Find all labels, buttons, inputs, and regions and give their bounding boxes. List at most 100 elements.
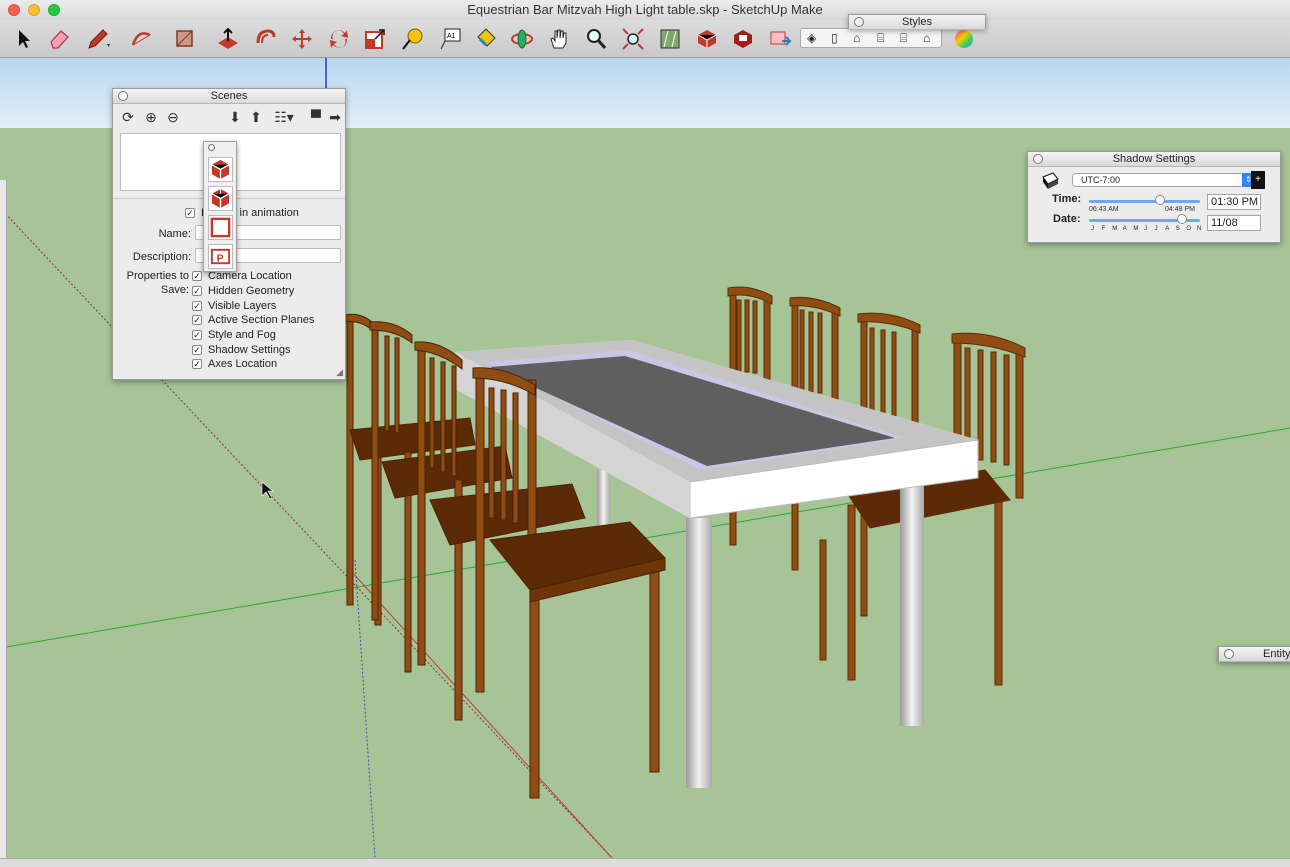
- zoom-extents-tool-icon[interactable]: [619, 25, 647, 53]
- save-label: Save:: [160, 284, 189, 296]
- property-shadow-settings[interactable]: ✓ Shadow Settings: [192, 344, 291, 356]
- shadow-settings-title-text: Shadow Settings: [1112, 153, 1196, 165]
- paint-bucket-tool-icon[interactable]: [472, 25, 500, 53]
- table-leg-front-left: [686, 518, 712, 788]
- add-location-icon[interactable]: [656, 25, 684, 53]
- property-active-section-planes[interactable]: ✓ Active Section Planes: [192, 314, 314, 326]
- back-edges-style-icon[interactable]: ▯: [831, 31, 838, 45]
- scenes-toolbar: ⟳ ⊕ ⊖ ⬇ ⬆ ☷▾ ▀ ➡: [113, 104, 345, 130]
- eraser-tool-icon[interactable]: [45, 25, 73, 53]
- property-checkbox[interactable]: ✓: [192, 315, 202, 326]
- property-checkbox[interactable]: ✓: [192, 286, 202, 297]
- zoom-tool-icon[interactable]: [582, 25, 610, 53]
- entity-panel-title-text: Entity: [1263, 648, 1290, 660]
- move-scene-down-icon[interactable]: ⬇: [227, 109, 243, 125]
- scale-tool-icon[interactable]: [361, 25, 389, 53]
- orbit-tool-icon[interactable]: [508, 25, 536, 53]
- property-checkbox[interactable]: ✓: [192, 359, 202, 370]
- show-thumbnails-icon[interactable]: ▀: [308, 109, 324, 125]
- rotate-tool-icon[interactable]: [325, 25, 353, 53]
- svg-text:A1: A1: [447, 33, 456, 40]
- time-field[interactable]: 01:30 PM: [1207, 194, 1261, 210]
- push-pull-tool-icon[interactable]: [214, 25, 242, 53]
- entity-info-panel[interactable]: Entity: [1218, 646, 1290, 662]
- select-tool-icon[interactable]: [10, 25, 38, 53]
- date-field[interactable]: 11/08: [1207, 215, 1261, 231]
- title-bar: Equestrian Bar Mitzvah High Light table.…: [0, 0, 1290, 20]
- property-checkbox[interactable]: ✓: [192, 345, 202, 356]
- time-label: Time:: [1052, 193, 1082, 205]
- month-tick-label: J: [1144, 226, 1147, 232]
- styles-toolbar: ◈ ▯ ⌂ ⌸ ⌸ ⌂: [800, 28, 942, 48]
- month-tick-label: M: [1133, 226, 1139, 232]
- shadow-settings-close-icon[interactable]: [1033, 154, 1043, 164]
- timezone-value: UTC-7:00: [1081, 175, 1121, 185]
- extension-warehouse-icon[interactable]: [729, 25, 757, 53]
- property-checkbox[interactable]: ✓: [192, 330, 202, 341]
- property-axes-location[interactable]: ✓ Axes Location: [192, 358, 277, 370]
- remove-scene-icon[interactable]: ⊖: [165, 109, 181, 125]
- share-model-icon[interactable]: [208, 186, 233, 211]
- month-tick-label: F: [1101, 226, 1106, 232]
- get-models-icon[interactable]: [208, 157, 233, 182]
- month-tick-label: N: [1197, 226, 1202, 232]
- timezone-select[interactable]: UTC-7:00 ⇕: [1072, 173, 1256, 187]
- month-tick-label: J: [1154, 226, 1158, 232]
- tape-measure-tool-icon[interactable]: [398, 25, 426, 53]
- text-tool-icon[interactable]: A1: [436, 25, 464, 53]
- arc-tool-icon[interactable]: [128, 25, 156, 53]
- shadow-settings-title: Shadow Settings: [1028, 152, 1280, 167]
- entity-panel-close-icon[interactable]: [1224, 649, 1234, 659]
- offset-tool-icon[interactable]: [252, 25, 280, 53]
- scenes-panel-title-text: Scenes: [210, 90, 248, 102]
- add-scene-icon[interactable]: ⊕: [143, 109, 159, 125]
- pencil-line-tool-icon[interactable]: [84, 25, 112, 53]
- status-bar: [0, 858, 1290, 867]
- scenes-panel-close-icon[interactable]: [118, 91, 128, 101]
- minimize-window-icon[interactable]: [28, 4, 40, 16]
- close-window-icon[interactable]: [8, 4, 20, 16]
- property-visible-layers[interactable]: ✓ Visible Layers: [192, 300, 276, 312]
- resize-grip-icon[interactable]: ◢: [336, 367, 343, 378]
- display-shadows-icon[interactable]: [1040, 171, 1060, 191]
- styles-panel-title: Styles: [849, 15, 985, 30]
- styles-panel-close-icon[interactable]: [854, 17, 864, 27]
- time-slider-knob[interactable]: [1155, 195, 1166, 205]
- view-options-icon[interactable]: ☷▾: [271, 109, 297, 125]
- pan-tool-icon[interactable]: [545, 25, 573, 53]
- popup-close-icon[interactable]: [208, 144, 215, 151]
- hidden-line-style-icon[interactable]: ⌸: [877, 31, 884, 46]
- svg-text:P: P: [217, 252, 224, 264]
- share-component-icon[interactable]: [208, 215, 233, 240]
- date-slider-knob[interactable]: [1177, 214, 1188, 224]
- sunrise-label: 06:43 AM: [1089, 206, 1119, 213]
- month-tick-label: S: [1175, 226, 1180, 232]
- monochrome-style-icon[interactable]: ⌂: [923, 31, 930, 45]
- expand-details-icon[interactable]: +: [1251, 171, 1265, 189]
- shaded-style-icon[interactable]: ⌸: [900, 31, 907, 46]
- month-tick-label: A: [1165, 226, 1170, 232]
- property-style-and-fog[interactable]: ✓ Style and Fog: [192, 329, 276, 341]
- extension-warehouse-icon[interactable]: P: [208, 244, 233, 269]
- left-edge-toolbar: [0, 180, 7, 860]
- move-scene-up-icon[interactable]: ⬆: [248, 109, 264, 125]
- styles-panel[interactable]: Styles: [848, 14, 986, 30]
- warehouse-toolbar-popup: P: [203, 141, 237, 272]
- update-scene-icon[interactable]: ⟳: [120, 109, 136, 125]
- property-checkbox[interactable]: ✓: [192, 271, 202, 282]
- date-label: Date:: [1053, 213, 1081, 225]
- include-in-animation-checkbox[interactable]: ✓: [185, 208, 195, 219]
- rectangle-tool-icon[interactable]: [172, 25, 200, 53]
- layout-icon[interactable]: [766, 25, 794, 53]
- maximize-window-icon[interactable]: [48, 4, 60, 16]
- sunset-label: 04:48 PM: [1165, 206, 1195, 213]
- property-hidden-geometry[interactable]: ✓ Hidden Geometry: [192, 285, 294, 297]
- time-slider-track[interactable]: [1089, 200, 1200, 203]
- xray-style-icon[interactable]: ◈: [807, 31, 816, 45]
- 3d-warehouse-icon[interactable]: [693, 25, 721, 53]
- month-ticks: JFMAMJJASOND: [1091, 226, 1215, 235]
- wireframe-style-icon[interactable]: ⌂: [853, 31, 860, 45]
- property-checkbox[interactable]: ✓: [192, 301, 202, 312]
- hide-details-icon[interactable]: ➡: [327, 109, 343, 125]
- move-tool-icon[interactable]: [288, 25, 316, 53]
